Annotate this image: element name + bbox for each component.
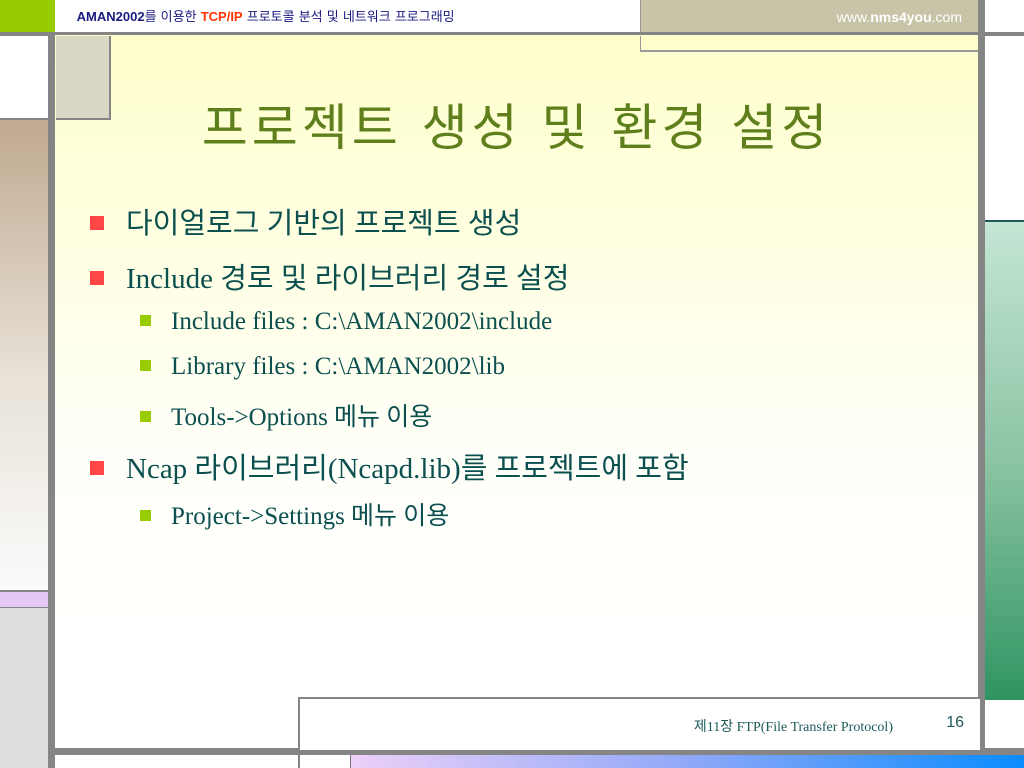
sub-bullet-item: Tools->Options 메뉴 이용: [140, 397, 432, 433]
green-bullet-icon: [140, 411, 151, 422]
green-bullet-icon: [140, 510, 151, 521]
green-corner-block: [0, 0, 55, 32]
left-divider: [0, 118, 48, 120]
left-beige-strip: [0, 120, 48, 590]
sub-bullet-item: Library files : C:\AMAN2002\lib: [140, 353, 505, 381]
bullet-text: 다이얼로그 기반의 프로젝트 생성: [126, 208, 522, 240]
red-bullet-icon: [90, 216, 104, 230]
green-bullet-icon: [140, 360, 151, 371]
bullet-text: Include 경로 및 라이브러리 경로 설정: [126, 263, 570, 295]
bullet-item: Include 경로 및 라이브러리 경로 설정: [90, 255, 569, 297]
url-domain: nms4you: [870, 9, 932, 25]
header-text: 를 이용한: [144, 10, 201, 25]
bottom-gradient-strip: [350, 755, 1024, 768]
top-right-box-outline: [640, 36, 979, 52]
red-bullet-icon: [90, 461, 104, 475]
red-bullet-icon: [90, 271, 104, 285]
bullet-text: Tools->Options 메뉴 이용: [171, 404, 433, 431]
footer-box-line: [298, 755, 300, 768]
left-gray-strip: [0, 608, 48, 768]
left-vertical-bar: [48, 32, 55, 768]
header-title: AMAN2002를 이용한 TCP/IP 프로토콜 분석 및 네트워크 프로그래…: [56, 0, 640, 32]
right-green-strip: [985, 220, 1024, 700]
bullet-item: Ncap 라이브러리(Ncapd.lib)를 프로젝트에 포함: [90, 445, 689, 487]
header-text-2: 프로토콜 분석 및 네트워크 프로그래밍: [242, 10, 455, 25]
green-bullet-icon: [140, 315, 151, 326]
bullet-item: 다이얼로그 기반의 프로젝트 생성: [90, 200, 521, 242]
brand-name: AMAN2002: [76, 9, 145, 24]
left-lavender-strip: [0, 590, 48, 609]
bullet-text: Library files : C:\AMAN2002\lib: [171, 353, 505, 380]
bullet-text: Ncap 라이브러리(Ncapd.lib)를 프로젝트에 포함: [126, 453, 689, 485]
url-prefix: www.: [836, 9, 871, 25]
slide-title: 프로젝트 생성 및 환경 설정: [201, 99, 832, 157]
bullet-text: Include files : C:\AMAN2002\include: [171, 308, 553, 335]
page-number: 16: [946, 714, 964, 731]
sub-bullet-item: Include files : C:\AMAN2002\include: [140, 308, 552, 336]
footer-chapter: 제11장 FTP(File Transfer Protocol): [693, 720, 893, 735]
right-vertical-bar: [978, 0, 985, 755]
website-url: www.nms4you.com: [800, 0, 962, 32]
bullet-text: Project->Settings 메뉴 이용: [171, 503, 450, 530]
tcpip-label: TCP/IP: [200, 9, 243, 24]
sub-bullet-item: Project->Settings 메뉴 이용: [140, 496, 449, 532]
url-suffix: .com: [931, 9, 962, 25]
